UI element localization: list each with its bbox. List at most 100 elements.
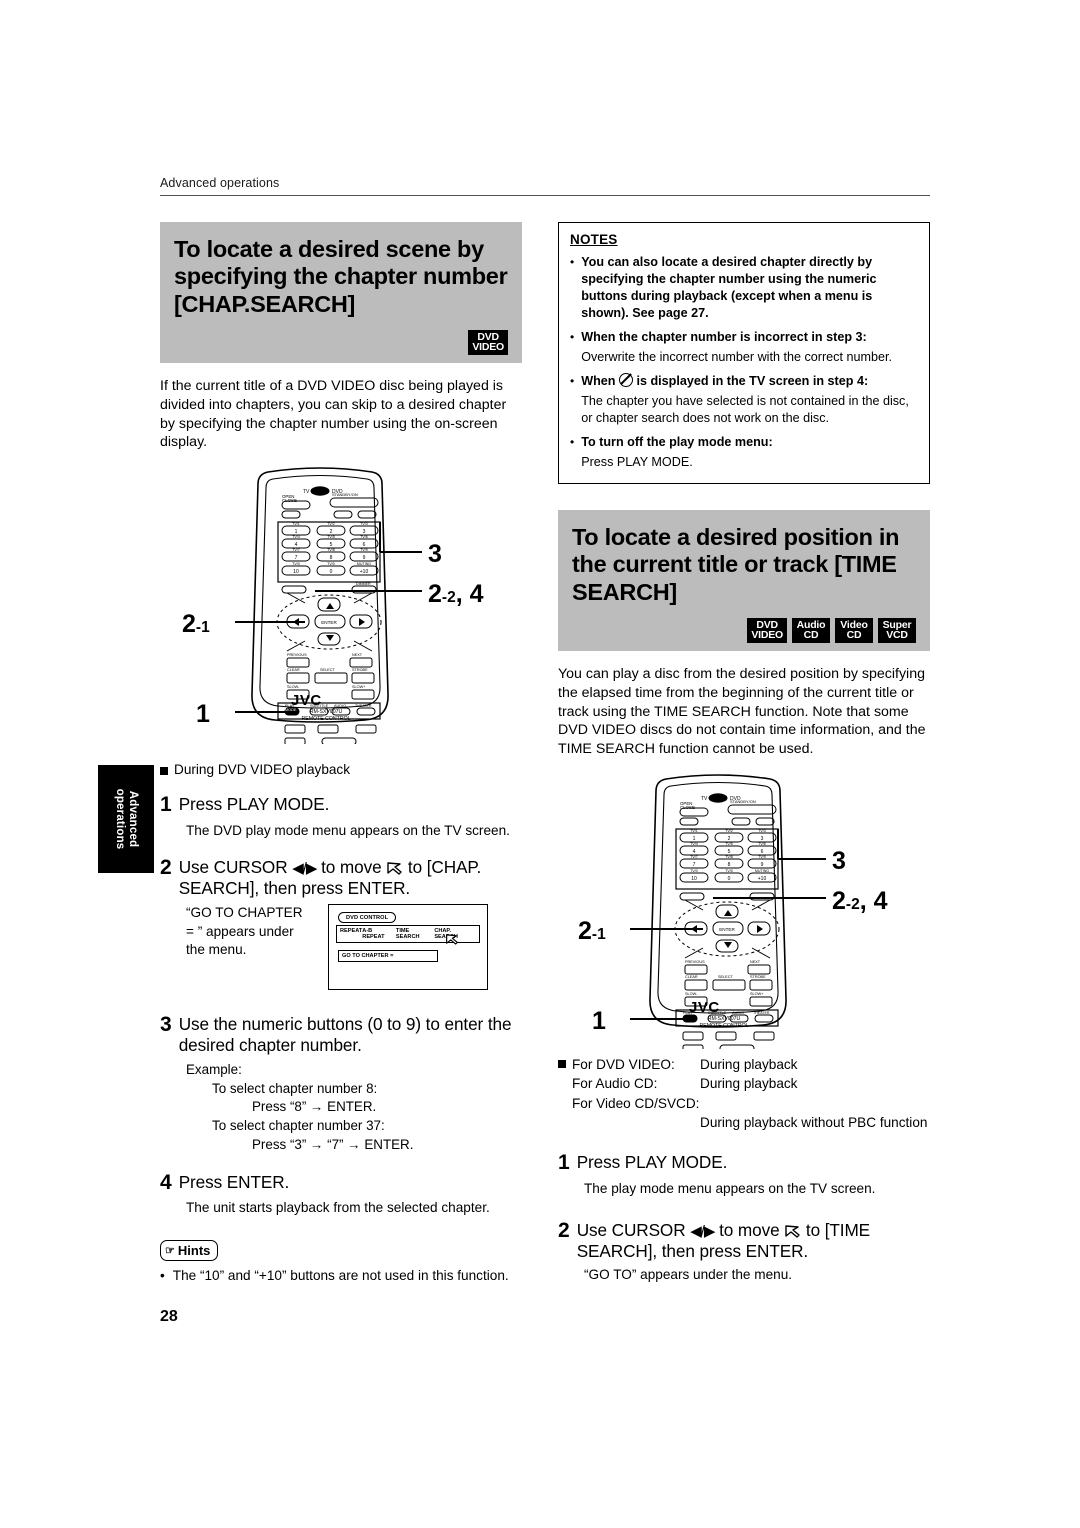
svg-text:TV/8: TV/8 xyxy=(327,548,335,552)
running-head: Advanced operations xyxy=(160,176,930,196)
condition-row: For Video CD/SVCD: xyxy=(572,1094,927,1113)
step-2-right-sub: “GO TO” appears under the menu. xyxy=(584,1267,793,1283)
tv-menu-item-time-search: TIME SEARCH xyxy=(395,928,420,941)
badge-line-2: CD xyxy=(803,629,819,642)
section-heading-time-search: To locate a desired position in the curr… xyxy=(558,510,930,651)
svg-text:TV/6: TV/6 xyxy=(360,535,368,539)
hint-text: The “10” and “+10” buttons are not used … xyxy=(172,1267,509,1283)
bullet-dot-icon: • xyxy=(570,435,575,449)
note-bold-pre: When xyxy=(581,374,619,388)
callout-2-1: 2-1 xyxy=(182,610,210,639)
step-1-left-sub: The DVD play mode menu appears on the TV… xyxy=(186,822,510,838)
svg-text:CLEAR: CLEAR xyxy=(685,975,698,979)
svg-text:CLOSE: CLOSE xyxy=(680,805,695,810)
example-line-3: To select chapter number 37: xyxy=(212,1118,385,1134)
svg-text:TV/2: TV/2 xyxy=(327,522,335,526)
condition-row: During playback without PBC function xyxy=(700,1113,927,1132)
remote-model-number: RM-SXV007U xyxy=(309,709,343,716)
svg-text:PREVIOUS: PREVIOUS xyxy=(685,960,705,964)
step-2-left-sub: “GO TO CHAPTER = ” appears under the men… xyxy=(186,905,303,957)
svg-text:+10: +10 xyxy=(758,876,767,882)
step-1-left: 1 Press PLAY MODE. xyxy=(160,794,522,817)
note-bold-post: is displayed in the TV screen in step 4: xyxy=(632,374,869,388)
no-entry-icon xyxy=(618,373,633,387)
conditions-block: For DVD VIDEO: During playback For Audio… xyxy=(558,1055,930,1132)
condition-during-playback: During DVD VIDEO playback xyxy=(160,762,522,777)
remote-model-number: RM-SXV007U xyxy=(707,1016,741,1023)
note-item: • When is displayed in the TV screen in … xyxy=(570,373,918,427)
step-text: Use the numeric buttons (0 to 9) to ente… xyxy=(178,1014,512,1055)
hand-icon: ☞ xyxy=(165,1244,175,1257)
svg-text:TV/5: TV/5 xyxy=(725,842,733,846)
condition-key: For DVD VIDEO: xyxy=(572,1057,675,1073)
svg-text:STROBE: STROBE xyxy=(750,975,766,979)
manual-page: Advanced operations Advanced operations 2… xyxy=(0,0,1080,1528)
svg-text:TV/4: TV/4 xyxy=(690,842,698,846)
cursor-arrows-icon: ◀/▶ xyxy=(292,860,317,878)
badge-super-vcd: Super VCD xyxy=(878,617,916,643)
note-bold-text: To turn off the play mode menu: xyxy=(581,435,773,449)
hint-item: • The “10” and “+10” buttons are not use… xyxy=(160,1268,522,1283)
tv-menu-item-repeat: REPEAT xyxy=(340,928,363,935)
badge-line-2: CD xyxy=(846,629,862,642)
step-number: 3 xyxy=(160,1013,172,1037)
svg-text:TV/3: TV/3 xyxy=(360,522,368,526)
remote-model-right: RM-SXV007U REMOTE CONTROL xyxy=(694,1016,754,1029)
svg-text:TV: TV xyxy=(303,489,310,495)
callout-1: 1 xyxy=(592,1007,606,1036)
remote-model-sub: REMOTE CONTROL xyxy=(699,1022,749,1029)
svg-text:9: 9 xyxy=(761,862,764,868)
bullet-dot-icon: • xyxy=(570,255,575,269)
right-intro-paragraph: You can play a disc from the desired pos… xyxy=(558,665,926,758)
step-text-a: Use CURSOR xyxy=(576,1220,691,1241)
note-bold-text: When the chapter number is incorrect in … xyxy=(581,330,867,344)
svg-text:ENTER: ENTER xyxy=(321,620,337,625)
step-number: 4 xyxy=(160,1170,172,1194)
svg-text:THEATER: THEATER xyxy=(753,1011,770,1015)
cursor-arrows-icon: ◀/▶ xyxy=(690,1223,715,1241)
square-bullet-icon xyxy=(160,767,168,776)
note-item: • When the chapter number is incorrect i… xyxy=(570,329,918,366)
tv-menu-item-ab-repeat: A-B REPEAT xyxy=(362,928,385,941)
svg-text:SLOW+: SLOW+ xyxy=(352,685,366,689)
svg-text:AUDIO: AUDIO xyxy=(334,704,346,708)
jvc-logo: JVC xyxy=(689,999,720,1017)
note-bold-text: You can also locate a desired chapter di… xyxy=(581,255,877,320)
hints-badge: ☞ Hints xyxy=(160,1239,219,1261)
note-item: • To turn off the play mode menu: Press … xyxy=(570,434,918,471)
condition-row: For DVD VIDEO: During playback xyxy=(572,1055,927,1074)
svg-text:TV/8: TV/8 xyxy=(725,855,733,859)
svg-text:SELECT: SELECT xyxy=(718,975,733,979)
svg-text:TV/2: TV/2 xyxy=(725,829,733,833)
step-text: Press PLAY MODE. xyxy=(178,794,330,815)
note-normal-text: Press PLAY MODE. xyxy=(581,455,693,469)
step-4-left-sub: The unit starts playback from the select… xyxy=(186,1200,490,1216)
example-line-4: Press “3” → “7” → ENTER. xyxy=(252,1136,414,1152)
note-bold-text: When is displayed in the TV screen in st… xyxy=(581,373,918,390)
svg-text:+10: +10 xyxy=(360,569,369,575)
notes-box: NOTES • You can also locate a desired ch… xyxy=(558,222,930,484)
bullet-dot-icon: • xyxy=(570,374,575,388)
svg-text:ENTER: ENTER xyxy=(719,927,735,932)
condition-value: During playback without PBC function xyxy=(700,1115,928,1131)
step-2-left-illustration-row: “GO TO CHAPTER = ” appears under the men… xyxy=(186,904,522,991)
note-normal-text: The chapter you have selected is not con… xyxy=(581,394,909,425)
svg-text:TV/0: TV/0 xyxy=(725,869,733,873)
svg-text:STANDBY/ON: STANDBY/ON xyxy=(730,799,756,804)
step-number: 2 xyxy=(558,1219,570,1243)
bullet-dot-icon: • xyxy=(570,330,575,344)
right-column: NOTES • You can also locate a desired ch… xyxy=(558,222,930,1285)
left-intro-paragraph: If the current title of a DVD VIDEO disc… xyxy=(160,377,507,451)
svg-text:SLOW-: SLOW- xyxy=(287,685,300,689)
svg-text:0: 0 xyxy=(330,569,333,575)
callout-3: 3 xyxy=(832,847,846,876)
svg-text:TV: TV xyxy=(701,796,708,802)
svg-text:TV/0: TV/0 xyxy=(327,562,335,566)
section-title: To locate a desired position in the curr… xyxy=(572,524,900,605)
example-label: Example: xyxy=(186,1061,242,1077)
svg-text:THEATER: THEATER xyxy=(355,704,372,708)
step-1-right: 1 Press PLAY MODE. xyxy=(558,1152,930,1175)
section-heading-chap-search: To locate a desired scene by specifying … xyxy=(160,222,522,363)
svg-text:PREVIOUS: PREVIOUS xyxy=(287,653,307,657)
step-3-example: Example: To select chapter number 8: Pre… xyxy=(186,1061,522,1155)
